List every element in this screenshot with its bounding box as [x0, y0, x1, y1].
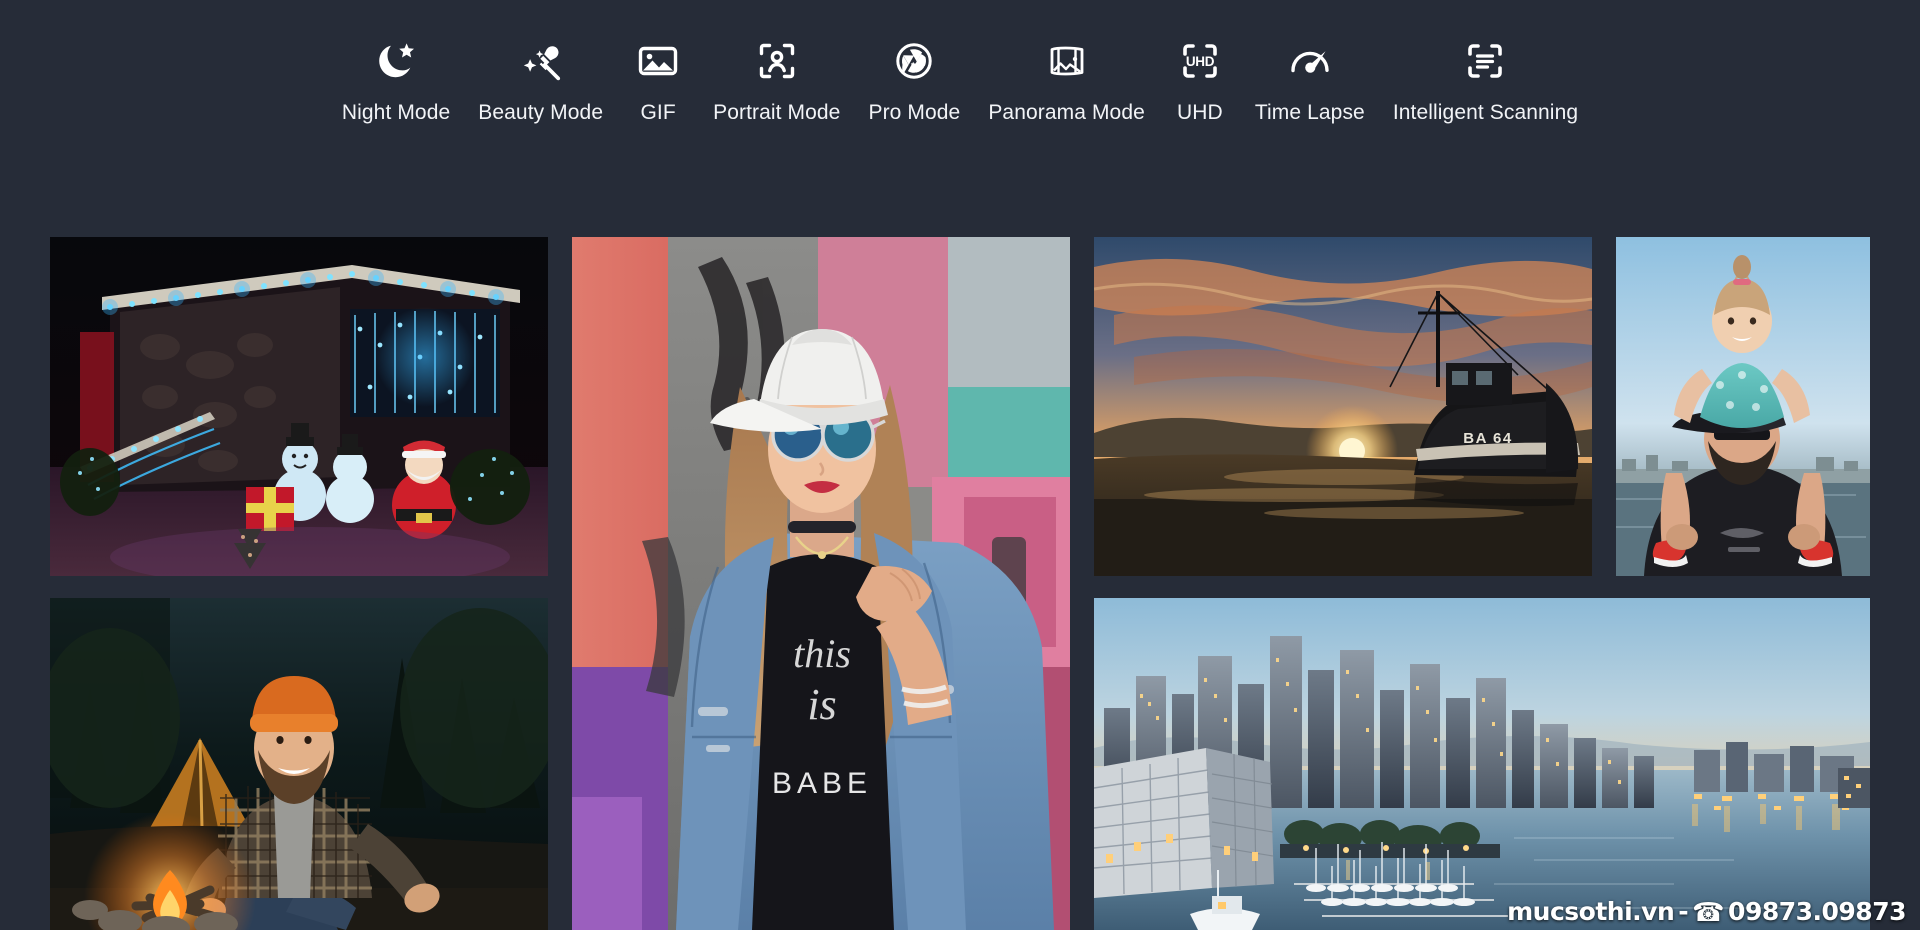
mode-label-panorama-mode: Panorama Mode	[988, 101, 1145, 124]
camera-modes-gallery-screen: Night Mode Beauty Mode GIF Portrait Mode…	[0, 0, 1920, 930]
uhd-frame-icon: UHD	[1173, 34, 1227, 88]
panorama-curved-icon	[1040, 34, 1094, 88]
svg-text:BABE: BABE	[772, 767, 872, 800]
mode-item-intelligent-scanning[interactable]: Intelligent Scanning	[1379, 34, 1592, 126]
mode-item-gif[interactable]: GIF	[617, 34, 699, 126]
mode-item-uhd[interactable]: UHD UHD	[1159, 34, 1241, 126]
city-harbour-dusk-photo	[1094, 598, 1870, 930]
mode-item-pro-mode[interactable]: Pro Mode	[854, 34, 974, 126]
moon-star-icon	[369, 34, 423, 88]
mode-label-beauty-mode: Beauty Mode	[478, 101, 604, 124]
makeup-brush-sparkle-icon	[514, 34, 568, 88]
boat-registration-text: BA 64	[1463, 430, 1512, 447]
document-scan-icon	[1458, 34, 1512, 88]
gallery-tile-campfire-selfie[interactable]	[50, 598, 548, 930]
camera-mode-bar: Night Mode Beauty Mode GIF Portrait Mode…	[0, 0, 1920, 175]
gallery-tile-shipwreck-sunset[interactable]: BA 64	[1094, 237, 1592, 576]
mode-label-night-mode: Night Mode	[341, 101, 451, 124]
mode-item-panorama-mode[interactable]: Panorama Mode	[974, 34, 1159, 126]
campfire-selfie-photo	[50, 598, 548, 930]
image-photo-icon	[631, 34, 685, 88]
gallery-tile-city-harbour-dusk[interactable]	[1094, 598, 1870, 930]
gallery-tile-father-and-child[interactable]	[1616, 237, 1870, 576]
mode-item-time-lapse[interactable]: Time Lapse	[1241, 34, 1379, 126]
gallery-tile-christmas-lights-house[interactable]	[50, 237, 548, 576]
svg-text:this: this	[793, 631, 851, 676]
mode-label-pro-mode: Pro Mode	[868, 101, 961, 124]
speedometer-icon	[1283, 34, 1337, 88]
mode-item-beauty-mode[interactable]: Beauty Mode	[464, 34, 617, 126]
mode-item-portrait-mode[interactable]: Portrait Mode	[699, 34, 854, 126]
mode-label-time-lapse: Time Lapse	[1254, 101, 1365, 124]
photo-gallery-grid: this is BABE BA 64	[50, 237, 1870, 930]
person-focus-frame-icon	[750, 34, 804, 88]
mode-label-intelligent-scanning: Intelligent Scanning	[1392, 101, 1579, 124]
camera-aperture-icon	[887, 34, 941, 88]
svg-text:is: is	[807, 680, 836, 729]
mode-item-night-mode[interactable]: Night Mode	[328, 34, 464, 126]
gallery-tile-street-portrait[interactable]: this is BABE	[572, 237, 1070, 930]
mode-label-gif: GIF	[640, 101, 676, 124]
street-portrait-photo: this is BABE	[572, 237, 1070, 930]
father-and-child-photo	[1616, 237, 1870, 576]
mode-label-portrait-mode: Portrait Mode	[713, 101, 841, 124]
camera-mode-list: Night Mode Beauty Mode GIF Portrait Mode…	[328, 0, 1592, 126]
shipwreck-sunset-photo: BA 64	[1094, 237, 1592, 576]
christmas-lights-house-photo	[50, 237, 548, 576]
mode-label-uhd: UHD	[1176, 101, 1223, 124]
svg-text:UHD: UHD	[1186, 54, 1215, 69]
